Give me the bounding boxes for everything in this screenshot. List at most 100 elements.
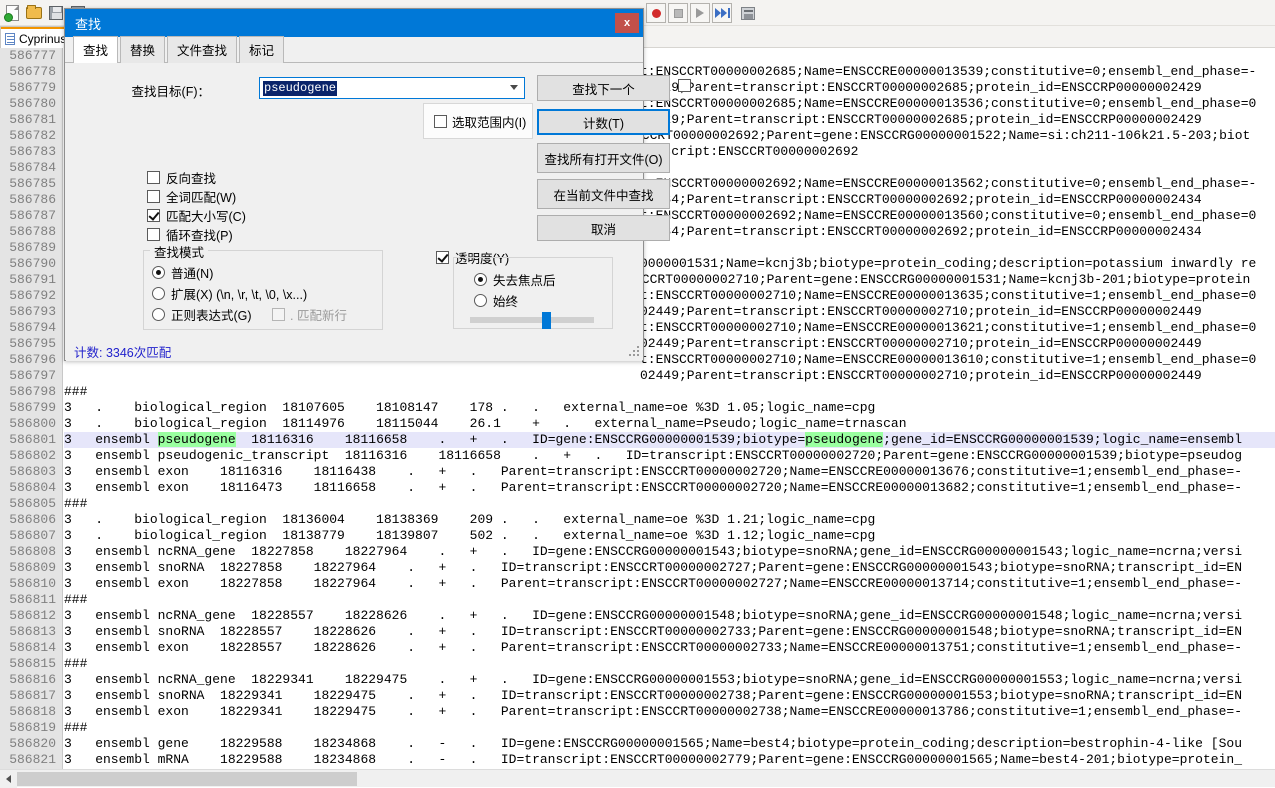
code-line[interactable]: 3 ensembl exon 18227858 18227964 . + . P… — [64, 576, 1275, 592]
on-lose-focus-radio[interactable] — [474, 273, 487, 286]
line-number: 586798 — [9, 384, 56, 399]
code-line[interactable]: 3 ensembl exon 18116316 18116438 . + . P… — [64, 464, 1275, 480]
backward-direction-checkbox[interactable] — [147, 171, 160, 184]
line-number: 586808 — [9, 544, 56, 559]
code-line[interactable]: 3 . biological_region 18107605 18108147 … — [64, 400, 1275, 416]
line-number: 586785 — [9, 176, 56, 191]
extended-radio[interactable] — [152, 287, 165, 300]
close-icon[interactable]: x — [615, 13, 639, 33]
line-number: 586778 — [9, 64, 56, 79]
regex-label: 正则表达式(G) — [171, 309, 252, 323]
code-line[interactable]: 3 ensembl ncRNA_gene 18228557 18228626 .… — [64, 608, 1275, 624]
line-number: 586789 — [9, 240, 56, 255]
code-line[interactable]: 02449;Parent=transcript:ENSCCRT000000027… — [64, 368, 1275, 384]
match-whole-word-checkbox[interactable] — [147, 190, 160, 203]
horizontal-scroll-thumb[interactable] — [17, 772, 357, 786]
code-line[interactable]: ### — [64, 592, 1275, 608]
find-next-button[interactable]: 查找下一个 — [537, 75, 670, 101]
line-number: 586817 — [9, 688, 56, 703]
line-number: 586782 — [9, 128, 56, 143]
code-line[interactable]: ### — [64, 384, 1275, 400]
in-selection-checkbox[interactable] — [434, 114, 447, 128]
search-mode-title: 查找模式 — [150, 242, 209, 261]
line-number: 586795 — [9, 336, 56, 351]
keep-dialog-open-checkbox[interactable] — [678, 79, 691, 92]
transparency-always[interactable]: 始终 — [474, 291, 518, 310]
code-line[interactable]: 3 ensembl ncRNA_gene 18227858 18227964 .… — [64, 544, 1275, 560]
tab-mark[interactable]: 标记 — [239, 36, 285, 63]
code-line[interactable]: 3 ensembl ncRNA_gene 18229341 18229475 .… — [64, 672, 1275, 688]
find-dialog-titlebar[interactable]: 查找 x — [65, 9, 643, 37]
save-icon[interactable] — [46, 3, 66, 23]
line-number: 586818 — [9, 704, 56, 719]
search-mode-extended[interactable]: 扩展(X) (\n, \r, \t, \0, \x...) — [152, 284, 307, 303]
find-all-open-button[interactable]: 查找所有打开文件(O) — [537, 143, 670, 173]
transparency-slider[interactable] — [470, 312, 594, 329]
code-line[interactable]: 3 ensembl pseudogenic_transcript 1811631… — [64, 448, 1275, 464]
code-line[interactable]: 3 ensembl snoRNA 18228557 18228626 . + .… — [64, 624, 1275, 640]
code-line[interactable]: 3 ensembl snoRNA 18229341 18229475 . + .… — [64, 688, 1275, 704]
find-dialog-tabs[interactable]: 查找 替换 文件查找 标记 — [65, 36, 643, 63]
macro-stop-icon[interactable] — [668, 3, 688, 23]
horizontal-scrollbar[interactable] — [0, 769, 1275, 788]
new-file-icon[interactable] — [2, 3, 22, 23]
code-line[interactable]: 3 . biological_region 18138779 18139807 … — [64, 528, 1275, 544]
dot-matches-newline-checkbox — [272, 308, 285, 321]
line-number: 586791 — [9, 272, 56, 287]
find-what-input[interactable]: pseudogene — [259, 77, 525, 99]
code-line[interactable]: 3 . biological_region 18114976 18115044 … — [64, 416, 1275, 432]
search-mode-normal[interactable]: 普通(N) — [152, 263, 213, 282]
transparency-checkbox[interactable] — [436, 251, 449, 264]
line-number: 586805 — [9, 496, 56, 511]
open-folder-icon[interactable] — [24, 3, 44, 23]
option-match-case[interactable]: 匹配大小写(C) — [147, 206, 246, 225]
search-mode-regex[interactable]: 正则表达式(G) — [152, 305, 252, 324]
code-line[interactable]: ### — [64, 496, 1275, 512]
tab-find-in-files[interactable]: 文件查找 — [167, 36, 238, 63]
regex-radio[interactable] — [152, 308, 165, 321]
line-number: 586811 — [9, 592, 56, 607]
code-line[interactable]: 3 ensembl gene 18229588 18234868 . - . I… — [64, 736, 1275, 752]
find-in-current-button[interactable]: 在当前文件中查找 — [537, 179, 670, 209]
tab-replace[interactable]: 替换 — [120, 36, 166, 63]
resize-grip-icon[interactable] — [629, 346, 641, 358]
dot-matches-newline-label: . 匹配新行 — [290, 309, 347, 323]
find-dialog-body: 查找目标(F)： pseudogene 查找下一个 计数(T) 查找所有打开文件… — [65, 63, 691, 345]
line-number: 586790 — [9, 256, 56, 271]
tab-find[interactable]: 查找 — [73, 36, 119, 63]
transparency-on-lose-focus[interactable]: 失去焦点后 — [474, 270, 556, 289]
macro-record-icon[interactable] — [646, 3, 666, 23]
always-radio[interactable] — [474, 294, 487, 307]
macro-run-multiple-icon[interactable] — [712, 3, 732, 23]
code-line[interactable]: 3 ensembl pseudogene 18116316 18116658 .… — [64, 432, 1275, 448]
document-icon — [5, 32, 15, 45]
option-match-whole-word[interactable]: 全词匹配(W) — [147, 187, 236, 206]
find-dialog[interactable]: 查找 x 查找 替换 文件查找 标记 查找目标(F)： pseudogene 查… — [64, 8, 691, 361]
macro-save-icon[interactable] — [738, 3, 758, 23]
code-line[interactable]: 3 ensembl exon 18116473 18116658 . + . P… — [64, 480, 1275, 496]
code-line[interactable]: 3 ensembl snoRNA 18227858 18227964 . + .… — [64, 560, 1275, 576]
always-label: 始终 — [493, 295, 519, 309]
count-button[interactable]: 计数(T) — [537, 109, 670, 135]
code-line[interactable]: ### — [64, 720, 1275, 736]
transparency-slider-thumb[interactable] — [542, 312, 551, 329]
scroll-left-arrow-icon[interactable] — [0, 770, 17, 788]
line-number: 586819 — [9, 720, 56, 735]
line-number: 586813 — [9, 624, 56, 639]
extended-label: 扩展(X) (\n, \r, \t, \0, \x...) — [171, 288, 308, 302]
code-line[interactable]: 3 . biological_region 18136004 18138369 … — [64, 512, 1275, 528]
find-status-text: 计数: 3346次匹配 — [66, 345, 642, 361]
macro-play-icon[interactable] — [690, 3, 710, 23]
code-line[interactable]: 3 ensembl exon 18229341 18229475 . + . P… — [64, 704, 1275, 720]
match-case-checkbox[interactable] — [147, 209, 160, 222]
cancel-button[interactable]: 取消 — [537, 215, 670, 241]
option-backward-direction[interactable]: 反向查找 — [147, 168, 216, 187]
line-number: 586801 — [9, 432, 56, 447]
code-line[interactable]: ### — [64, 656, 1275, 672]
code-line[interactable]: 3 ensembl exon 18228557 18228626 . + . P… — [64, 640, 1275, 656]
match-whole-word-label: 全词匹配(W) — [166, 191, 237, 205]
code-line[interactable]: 3 ensembl mRNA 18229588 18234868 . - . I… — [64, 752, 1275, 768]
chevron-down-icon[interactable] — [510, 85, 518, 90]
wrap-around-checkbox[interactable] — [147, 228, 160, 241]
normal-radio[interactable] — [152, 266, 165, 279]
